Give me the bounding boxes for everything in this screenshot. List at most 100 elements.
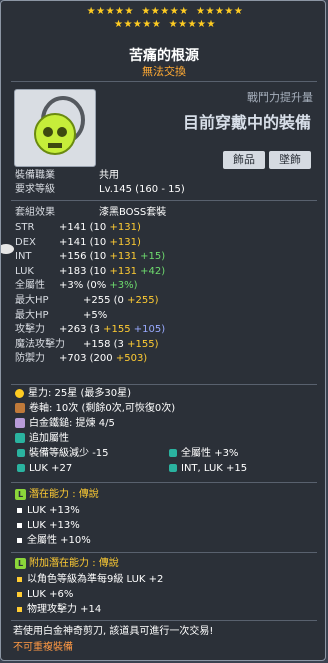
scroll-value: : 10次 (剩餘0次,可恢復0次) bbox=[49, 403, 176, 414]
set-effect-row: 套組效果 漆黑BOSS套裝 bbox=[15, 206, 166, 220]
stat-extra-bonus: +42) bbox=[140, 265, 166, 277]
stat-label: LUK bbox=[15, 265, 34, 277]
hammer-value: : 提煉 4/5 bbox=[69, 418, 115, 429]
stat-label: DEX bbox=[15, 236, 36, 248]
stat-total: +263 bbox=[59, 324, 87, 336]
currently-equipped-text: 目前穿戴中的裝備 bbox=[182, 113, 311, 132]
bonus-item: LUK +27 bbox=[17, 462, 72, 476]
divider bbox=[11, 482, 317, 483]
stat-base: (10 bbox=[89, 236, 107, 248]
item-name: 苦痛的根源 bbox=[129, 48, 199, 64]
stat-row: 最大HP +5% bbox=[15, 309, 107, 323]
bullet-icon bbox=[17, 522, 22, 528]
potential-label: 潛在能力 bbox=[29, 489, 69, 500]
stat-base: (10 bbox=[89, 265, 107, 277]
potential-text: LUK +13% bbox=[27, 505, 80, 516]
scroll-label: 卷軸 bbox=[29, 403, 49, 414]
star-force-stars: ★★★★★ ★★★★★ ★★★★★ ★★★★★ ★★★★★ bbox=[19, 5, 311, 33]
stat-label: 全屬性 bbox=[15, 280, 45, 292]
bullet-icon bbox=[17, 576, 22, 582]
stat-scroll-bonus: +255) bbox=[127, 295, 159, 306]
bonus-value: -15 bbox=[92, 448, 109, 459]
stat-scroll-bonus: +155 bbox=[103, 324, 131, 336]
starforce-value: : 25星 (最多30星) bbox=[48, 388, 131, 399]
divider bbox=[11, 81, 317, 82]
cursor-blob bbox=[1, 244, 14, 254]
stat-scroll-bonus: +131) bbox=[109, 236, 141, 248]
level-extra: (160 - 15) bbox=[135, 184, 185, 195]
stat-row: 最大HP +255 (0 +255) bbox=[15, 294, 158, 308]
starforce-row: 星力: 25星 (最多30星) bbox=[15, 387, 131, 401]
bullet-icon bbox=[17, 537, 22, 543]
divider bbox=[11, 384, 317, 385]
additional-line: 物理攻擊力 +14 bbox=[15, 603, 101, 617]
bonus-value: +3% bbox=[214, 448, 239, 459]
scroll-row: 卷軸: 10次 (剩餘0次,可恢復0次) bbox=[15, 402, 175, 416]
stat-total: +5% bbox=[83, 309, 108, 321]
stat-extra-bonus: +3%) bbox=[109, 280, 138, 292]
level-label: 要求等級 bbox=[15, 184, 55, 195]
bullet-icon bbox=[17, 507, 22, 513]
stat-row: DEX +141 (10 +131) bbox=[15, 236, 141, 250]
job-label: 裝備職業 bbox=[15, 170, 55, 181]
additional-text: 以角色等級為準每9級 LUK +2 bbox=[27, 574, 164, 585]
stat-base: (10 bbox=[89, 222, 107, 233]
additional-header: L 附加潛在能力 : 傳說 bbox=[15, 557, 119, 571]
stat-label: STR bbox=[15, 222, 35, 233]
potential-line: 全屬性 +10% bbox=[15, 534, 91, 548]
tag-accessory[interactable]: 飾品 bbox=[223, 151, 265, 169]
stat-base: (10 bbox=[89, 251, 107, 263]
stat-base: (3 bbox=[89, 324, 100, 336]
bonus-item: 裝備等級減少 -15 bbox=[17, 447, 109, 461]
stat-base: (200 bbox=[89, 353, 113, 365]
stat-label: INT bbox=[15, 251, 32, 263]
job-row: 裝備職業 共用 bbox=[15, 169, 119, 183]
starforce-label: 星力 bbox=[28, 388, 48, 399]
bonus-item: 全屬性 +3% bbox=[169, 447, 238, 461]
stat-row: STR +141 (10 +131) bbox=[15, 221, 141, 235]
tag-pendant[interactable]: 墜飾 bbox=[269, 151, 311, 169]
combat-power-label: 戰鬥力提升量 bbox=[247, 91, 313, 104]
bonus-bullet-icon bbox=[169, 464, 177, 472]
potential-grade: : 傳說 bbox=[72, 489, 99, 500]
stat-label: 最大HP bbox=[15, 295, 49, 306]
item-icon-frame bbox=[14, 89, 96, 167]
potential-line: LUK +13% bbox=[15, 519, 80, 533]
stat-total: +141 bbox=[59, 236, 87, 248]
stat-total: +183 bbox=[59, 265, 87, 277]
bonus-value: +15 bbox=[226, 463, 248, 474]
stat-row: LUK +183 (10 +131 +42) bbox=[15, 265, 165, 279]
stat-row: 魔法攻擊力 +158 (3 +155) bbox=[15, 338, 158, 352]
bonus-name: LUK bbox=[29, 463, 48, 474]
stat-label: 防禦力 bbox=[15, 353, 45, 365]
scroll-icon bbox=[15, 403, 25, 413]
stat-total: +156 bbox=[59, 251, 87, 263]
level-value: Lv.145 bbox=[99, 184, 132, 195]
bonus-value: +27 bbox=[51, 463, 73, 474]
potential-header: L 潛在能力 : 傳說 bbox=[15, 488, 99, 502]
star-icon bbox=[15, 388, 24, 398]
bonus-bullet-icon bbox=[169, 449, 177, 457]
additional-line: 以角色等級為準每9級 LUK +2 bbox=[15, 573, 163, 587]
stat-scroll-bonus: +131) bbox=[109, 222, 141, 233]
bonus-label: 追加屬性 bbox=[29, 433, 69, 444]
stat-row: 全屬性 +3% (0% +3%) bbox=[15, 279, 138, 293]
bonus-item: INT, LUK +15 bbox=[169, 462, 247, 476]
stat-row: INT +156 (10 +131 +15) bbox=[15, 250, 165, 264]
potential-line: LUK +13% bbox=[15, 504, 80, 518]
stat-total: +255 bbox=[83, 295, 111, 306]
item-tooltip: ★★★★★ ★★★★★ ★★★★★ ★★★★★ ★★★★★ 苦痛的根源 無法交換 … bbox=[0, 0, 326, 661]
additional-label: 附加潛在能力 bbox=[29, 558, 89, 569]
bonus-name: 裝備等級減少 bbox=[29, 448, 89, 459]
stat-base: (0 bbox=[113, 295, 124, 306]
divider bbox=[11, 620, 317, 621]
unique-equip-warning: 不可重複裝備 bbox=[13, 642, 73, 653]
star-row-2: ★★★★★ ★★★★★ bbox=[113, 19, 216, 30]
bonus-bullet-icon bbox=[17, 449, 25, 457]
bullet-icon bbox=[17, 591, 22, 597]
additional-text: LUK +6% bbox=[27, 589, 74, 600]
hammer-icon bbox=[15, 418, 25, 428]
additional-grade: : 傳說 bbox=[92, 558, 119, 569]
skull-pendant-icon bbox=[34, 96, 85, 155]
stat-scroll-bonus: +131 bbox=[109, 265, 137, 277]
